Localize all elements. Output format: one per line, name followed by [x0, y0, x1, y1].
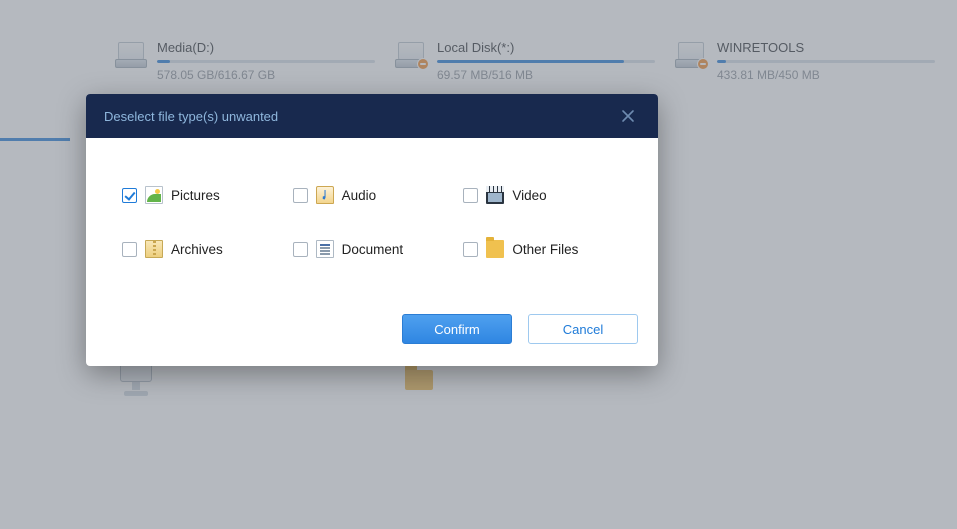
- checkbox[interactable]: [293, 242, 308, 257]
- filetype-label: Other Files: [512, 242, 578, 257]
- cancel-button[interactable]: Cancel: [528, 314, 638, 344]
- checkbox[interactable]: [293, 188, 308, 203]
- close-button[interactable]: [608, 94, 648, 138]
- filetype-video[interactable]: Video: [463, 186, 622, 204]
- checkbox[interactable]: [463, 242, 478, 257]
- filetype-archives[interactable]: Archives: [122, 240, 281, 258]
- filetype-label: Document: [342, 242, 404, 257]
- audio-icon: [316, 186, 334, 204]
- dialog-title: Deselect file type(s) unwanted: [104, 109, 278, 124]
- filetype-label: Pictures: [171, 188, 220, 203]
- confirm-button[interactable]: Confirm: [402, 314, 512, 344]
- confirm-label: Confirm: [434, 322, 480, 337]
- checkbox[interactable]: [463, 188, 478, 203]
- file-type-dialog: Deselect file type(s) unwanted Pictures …: [86, 94, 658, 366]
- dialog-header: Deselect file type(s) unwanted: [86, 94, 658, 138]
- document-icon: [316, 240, 334, 258]
- checkbox[interactable]: [122, 188, 137, 203]
- video-icon: [486, 186, 504, 204]
- pictures-icon: [145, 186, 163, 204]
- filetype-audio[interactable]: Audio: [293, 186, 452, 204]
- filetype-other-files[interactable]: Other Files: [463, 240, 622, 258]
- filetype-document[interactable]: Document: [293, 240, 452, 258]
- cancel-label: Cancel: [563, 322, 603, 337]
- filetype-pictures[interactable]: Pictures: [122, 186, 281, 204]
- other-files-icon: [486, 240, 504, 258]
- checkbox[interactable]: [122, 242, 137, 257]
- close-icon: [621, 109, 635, 123]
- file-types-grid: Pictures Audio Video Archives Docume: [122, 186, 622, 258]
- filetype-label: Archives: [171, 242, 223, 257]
- filetype-label: Audio: [342, 188, 377, 203]
- archives-icon: [145, 240, 163, 258]
- filetype-label: Video: [512, 188, 546, 203]
- dialog-footer: Confirm Cancel: [86, 314, 658, 366]
